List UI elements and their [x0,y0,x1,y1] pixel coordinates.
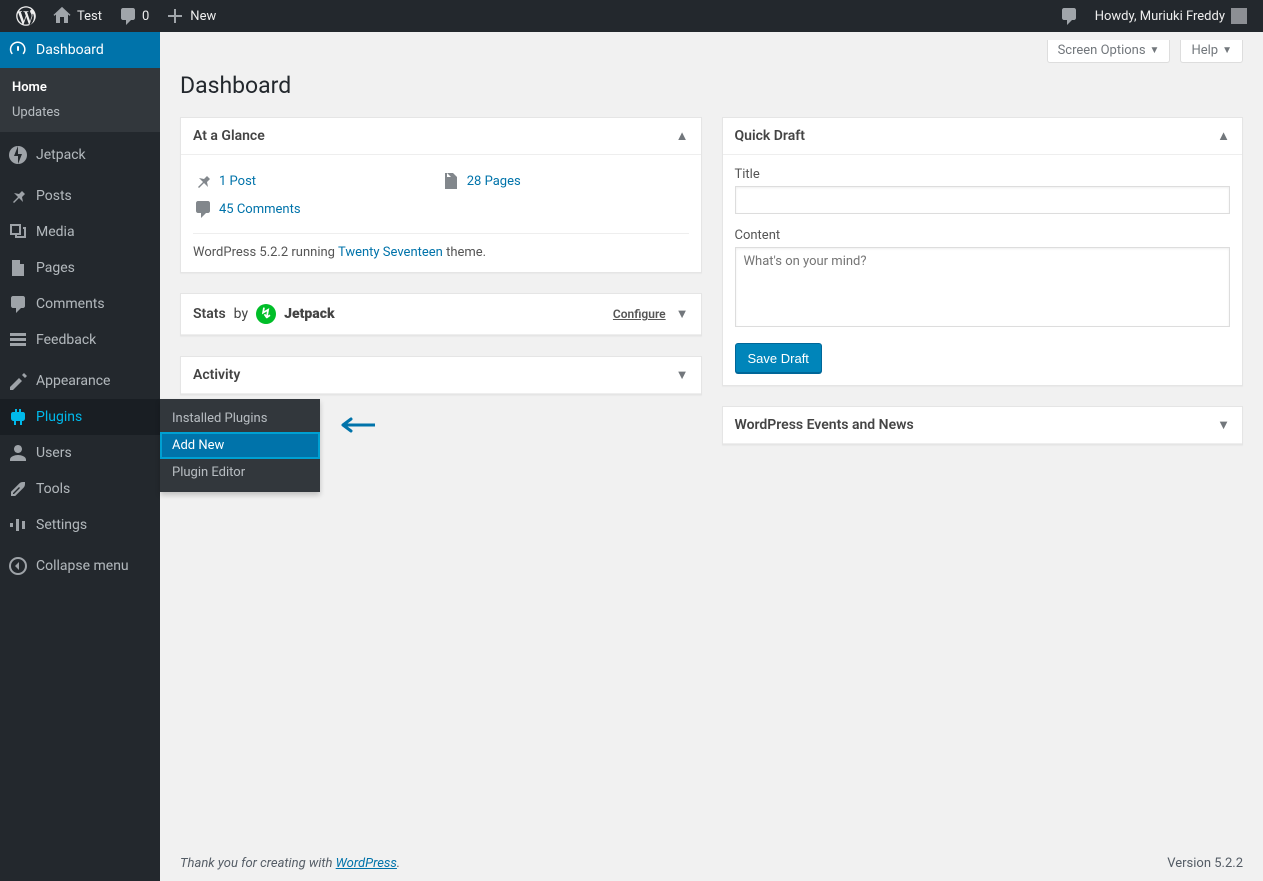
dashboard-icon [8,40,28,60]
collapse-icon [8,556,28,576]
feedback-icon [8,330,28,350]
plugin-icon [8,407,28,427]
collapse-down-icon[interactable]: ▼ [676,367,689,383]
menu-settings[interactable]: Settings [0,507,160,543]
page-icon [8,258,28,278]
site-name-menu[interactable]: Test [44,0,110,32]
save-draft-button[interactable]: Save Draft [735,343,822,373]
new-label: New [190,9,216,24]
submenu-home[interactable]: Home [0,75,160,100]
metabox-header[interactable]: WordPress Events and News ▼ [723,407,1243,444]
wordpress-logo-icon [16,6,36,26]
metabox-jetpack-stats: Stats by ↯ Jetpack Configure ▼ [180,293,702,336]
glance-pages-link[interactable]: 28 Pages [467,174,521,189]
menu-feedback[interactable]: Feedback [0,322,160,358]
menu-jetpack[interactable]: Jetpack [0,137,160,173]
collapse-up-icon[interactable]: ▲ [1217,128,1230,144]
comment-icon [193,199,213,219]
plus-icon [165,6,185,26]
comment-icon [8,294,28,314]
admin-footer: Thank you for creating with WordPress. V… [160,846,1263,881]
metabox-header[interactable]: Quick Draft ▲ [723,118,1243,155]
menu-dashboard[interactable]: Dashboard Home Updates [0,32,160,132]
collapse-down-icon[interactable]: ▼ [676,306,689,322]
submenu-dashboard: Home Updates [0,68,160,132]
appearance-icon [8,371,28,391]
metabox-quick-draft: Quick Draft ▲ Title Content Save Draft [722,117,1244,386]
metabox-at-a-glance: At a Glance ▲ 1 Post 28 Pages 45 Comment… [180,117,702,273]
menu-posts[interactable]: Posts [0,178,160,214]
menu-comments[interactable]: Comments [0,286,160,322]
page-icon [441,171,461,191]
submenu-updates[interactable]: Updates [0,100,160,125]
menu-users[interactable]: Users [0,435,160,471]
menu-tools[interactable]: Tools [0,471,160,507]
menu-media[interactable]: Media [0,214,160,250]
wp-logo-menu[interactable] [8,0,44,32]
media-icon [8,222,28,242]
glance-posts-link[interactable]: 1 Post [219,174,256,189]
title-label: Title [735,167,1231,182]
home-icon [52,6,72,26]
settings-icon [8,515,28,535]
help-button[interactable]: Help▼ [1180,40,1243,63]
comment-icon [1059,6,1079,26]
configure-link[interactable]: Configure [613,307,666,321]
glance-comments-link[interactable]: 45 Comments [219,202,301,217]
metabox-header[interactable]: Stats by ↯ Jetpack Configure ▼ [181,294,701,335]
metabox-header[interactable]: At a Glance ▲ [181,118,701,155]
draft-title-input[interactable] [735,186,1231,214]
content-label: Content [735,228,1231,243]
screen-options-button[interactable]: Screen Options▼ [1047,40,1171,63]
wp-version-text: WordPress 5.2.2 running Twenty Seventeen… [193,233,689,260]
menu-collapse[interactable]: Collapse menu [0,548,160,584]
metabox-activity: Activity ▼ [180,356,702,395]
admin-toolbar: Test 0 New Howdy, Muriuki Freddy [0,0,1263,32]
metabox-events-news: WordPress Events and News ▼ [722,406,1244,445]
menu-plugins[interactable]: Plugins Installed Plugins Add New Plugin… [0,399,160,435]
comments-count: 0 [142,9,149,24]
avatar [1231,8,1247,24]
comments-menu[interactable]: 0 [110,0,157,32]
wordpress-link[interactable]: WordPress [336,856,397,871]
new-content-menu[interactable]: New [157,0,224,32]
jetpack-icon [8,145,28,165]
collapse-up-icon[interactable]: ▲ [676,128,689,144]
chevron-down-icon: ▼ [1222,45,1232,56]
collapse-down-icon[interactable]: ▼ [1217,417,1230,433]
site-name-text: Test [77,9,102,24]
pin-icon [8,186,28,206]
version-text: Version 5.2.2 [1167,856,1243,871]
notifications-menu[interactable] [1051,0,1087,32]
menu-appearance[interactable]: Appearance [0,363,160,399]
draft-content-textarea[interactable] [735,247,1231,327]
metabox-header[interactable]: Activity ▼ [181,357,701,394]
jetpack-badge-icon: ↯ [256,304,276,324]
howdy-text: Howdy, Muriuki Freddy [1095,9,1225,24]
my-account-menu[interactable]: Howdy, Muriuki Freddy [1087,0,1255,32]
pin-icon [193,171,213,191]
chevron-down-icon: ▼ [1150,45,1160,56]
menu-pages[interactable]: Pages [0,250,160,286]
comment-icon [118,6,138,26]
theme-link[interactable]: Twenty Seventeen [338,245,443,260]
admin-menu: Dashboard Home Updates Jetpack Posts Med… [0,32,160,881]
page-title: Dashboard [180,63,1243,117]
screen-meta-links: Screen Options▼ Help▼ [180,40,1243,63]
users-icon [8,443,28,463]
content-area: Screen Options▼ Help▼ Dashboard At a Gla… [160,0,1263,881]
tools-icon [8,479,28,499]
